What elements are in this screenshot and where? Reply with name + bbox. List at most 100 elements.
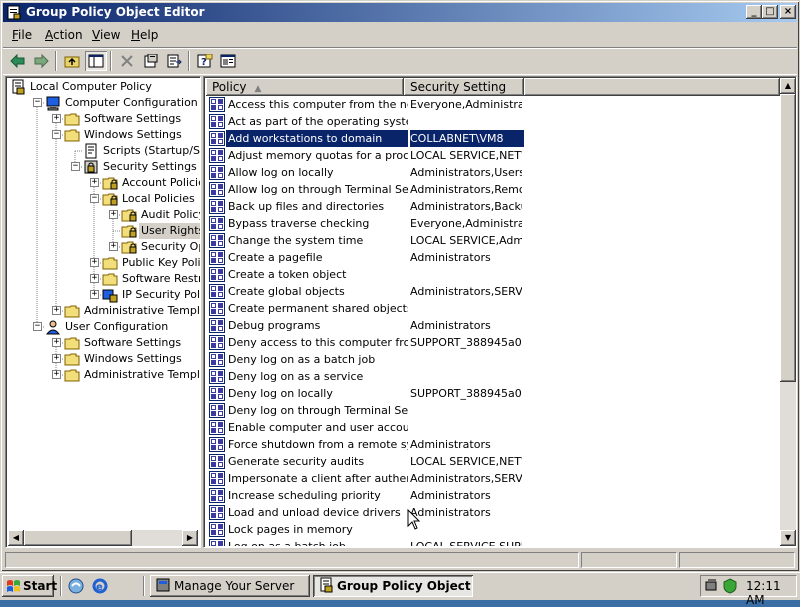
console-window-button[interactable]	[217, 51, 239, 71]
tree-node[interactable]: + Windows Settings	[6, 351, 200, 367]
collapse-icon[interactable]: −	[33, 98, 42, 107]
policy-row[interactable]: Bypass traverse checking Everyone,Adminis…	[206, 215, 780, 232]
tree-node[interactable]: + Audit Policy	[6, 207, 200, 223]
tree-node[interactable]: − Windows Settings	[6, 127, 200, 143]
tree-node[interactable]: + Software Settings	[6, 111, 200, 127]
taskbar-button[interactable]: Group Policy Object E...	[313, 575, 473, 597]
policy-row[interactable]: Debug programs Administrators	[206, 317, 780, 334]
policy-row[interactable]: Deny log on as a service	[206, 368, 780, 385]
policy-row[interactable]: Back up files and directories Administrat…	[206, 198, 780, 215]
collapse-icon[interactable]: −	[52, 130, 61, 139]
export-list-button[interactable]	[163, 51, 185, 71]
tree-node-label: IP Security Policies	[122, 288, 201, 301]
tree-node[interactable]: + Administrative Templates	[6, 303, 200, 319]
policy-row[interactable]: Create permanent shared objects	[206, 300, 780, 317]
expand-icon[interactable]: +	[52, 370, 61, 379]
delete-button[interactable]	[116, 51, 138, 71]
policy-row[interactable]: Create a pagefile Administrators	[206, 249, 780, 266]
minimize-button[interactable]: _	[746, 5, 762, 19]
scroll-right-button[interactable]: ▶	[182, 530, 198, 546]
tree-node[interactable]: − User Configuration	[6, 319, 200, 335]
policy-row[interactable]: Access this computer from the networkEve…	[206, 96, 780, 113]
expand-icon[interactable]: +	[109, 210, 118, 219]
scroll-down-button[interactable]: ▼	[780, 530, 796, 546]
tree-node[interactable]: + Security Options	[6, 239, 200, 255]
list-vertical-scrollbar[interactable]: ▲ ▼	[780, 78, 796, 546]
menu-view[interactable]: View	[92, 28, 120, 42]
taskbar-button[interactable]: Manage Your Server	[150, 575, 310, 597]
collapse-icon[interactable]: −	[71, 162, 80, 171]
back-button[interactable]	[7, 51, 29, 71]
tree-node[interactable]: − Local Policies	[6, 191, 200, 207]
tree-node[interactable]: + Software Settings	[6, 335, 200, 351]
scroll-left-button[interactable]: ◀	[8, 530, 24, 546]
tree-node[interactable]: − Security Settings	[6, 159, 200, 175]
tree-node[interactable]: + Software Restriction Policies	[6, 271, 200, 287]
tree-horizontal-scrollbar[interactable]: ◀ ▶	[8, 530, 198, 546]
tree-node[interactable]: Scripts (Startup/Shutdown)	[6, 143, 200, 159]
tree-node[interactable]: − Computer Configuration	[6, 95, 200, 111]
policy-row[interactable]: Change the system time LOCAL SERVICE,Admi…	[206, 232, 780, 249]
results-pane[interactable]: Policy ▲ Security Setting Access this com…	[203, 76, 797, 548]
horizontal-scroll-thumb[interactable]	[24, 530, 132, 546]
policy-row[interactable]: Create a token object	[206, 266, 780, 283]
policy-row[interactable]: Act as part of the operating system	[206, 113, 780, 130]
expand-icon[interactable]: +	[52, 306, 61, 315]
expand-icon[interactable]: +	[52, 114, 61, 123]
policy-row[interactable]: Load and unload device drivers Administra…	[206, 504, 780, 521]
policy-row[interactable]: Generate security audits LOCAL SERVICE,NE…	[206, 453, 780, 470]
tray-security-icon[interactable]	[722, 578, 738, 594]
quick-launch-show-desktop[interactable]	[68, 578, 84, 597]
expand-icon[interactable]: +	[90, 178, 99, 187]
column-header-policy[interactable]: Policy ▲	[206, 78, 404, 96]
menu-file[interactable]: File	[12, 28, 32, 42]
collapse-icon[interactable]: −	[33, 322, 42, 331]
clock[interactable]: 12:11 AM	[746, 579, 796, 607]
policy-row[interactable]: Log on as a batch jobLOCAL SERVICE,SUPPO…	[206, 538, 780, 546]
help-button[interactable]: ?	[194, 51, 216, 71]
tree-node[interactable]: + Administrative Templates	[6, 367, 200, 383]
policy-row[interactable]: Enable computer and user accounts to be …	[206, 419, 780, 436]
policy-row[interactable]: Allow log on locally Administrators,Users…	[206, 164, 780, 181]
collapse-icon[interactable]: −	[90, 194, 99, 203]
tree-node[interactable]: + IP Security Policies	[6, 287, 200, 303]
tree-node[interactable]: Local Computer Policy	[6, 79, 200, 95]
scroll-up-button[interactable]: ▲	[780, 78, 796, 94]
vertical-scroll-thumb[interactable]	[780, 94, 796, 382]
policy-row[interactable]: Lock pages in memory	[206, 521, 780, 538]
expand-icon[interactable]: +	[52, 354, 61, 363]
quick-launch-internet-explorer[interactable]: e	[92, 578, 108, 597]
policy-row[interactable]: Increase scheduling priority Administrato…	[206, 487, 780, 504]
menu-help[interactable]: Help	[131, 28, 158, 42]
column-header-security-setting[interactable]: Security Setting	[404, 78, 524, 96]
policy-row[interactable]: Force shutdown from a remote systemAdmin…	[206, 436, 780, 453]
expand-icon[interactable]: +	[52, 338, 61, 347]
tree-node[interactable]: + Account Policies	[6, 175, 200, 191]
up-one-level-button[interactable]	[61, 51, 83, 71]
properties-button[interactable]	[140, 51, 162, 71]
policy-row[interactable]: Deny log on as a batch job	[206, 351, 780, 368]
policy-row[interactable]: Allow log on through Terminal ServicesAd…	[206, 181, 780, 198]
policy-row[interactable]: Add workstations to domain COLLABNET\VM8	[206, 130, 780, 147]
expand-icon[interactable]: +	[90, 258, 99, 267]
console-tree-pane[interactable]: Local Computer Policy − Computer Configura…	[5, 76, 201, 548]
close-button[interactable]: ×	[780, 5, 796, 19]
tree-node[interactable]: User Rights Assignment	[6, 223, 200, 239]
expand-icon[interactable]: +	[90, 274, 99, 283]
policy-row[interactable]: Deny log on through Terminal Services	[206, 402, 780, 419]
maximize-button[interactable]: □	[762, 5, 778, 19]
policy-row[interactable]: Impersonate a client after authenticatio…	[206, 470, 780, 487]
policy-row[interactable]: Create global objects Administrators,SERV…	[206, 283, 780, 300]
title-bar[interactable]: Group Policy Object Editor _ □ ×	[3, 3, 797, 22]
menu-action[interactable]: Action	[45, 28, 83, 42]
policy-row[interactable]: Deny log on locally SUPPORT_388945a0	[206, 385, 780, 402]
forward-button[interactable]	[30, 51, 52, 71]
expand-icon[interactable]: +	[90, 290, 99, 299]
policy-row[interactable]: Deny access to this computer from the ne…	[206, 334, 780, 351]
show-hide-tree-button[interactable]	[85, 51, 107, 71]
policy-row[interactable]: Adjust memory quotas for a process LOCAL …	[206, 147, 780, 164]
expand-icon[interactable]: +	[109, 242, 118, 251]
tree-node[interactable]: + Public Key Policies	[6, 255, 200, 271]
tray-network-icon[interactable]	[704, 578, 720, 594]
start-button[interactable]: Start	[2, 575, 57, 597]
